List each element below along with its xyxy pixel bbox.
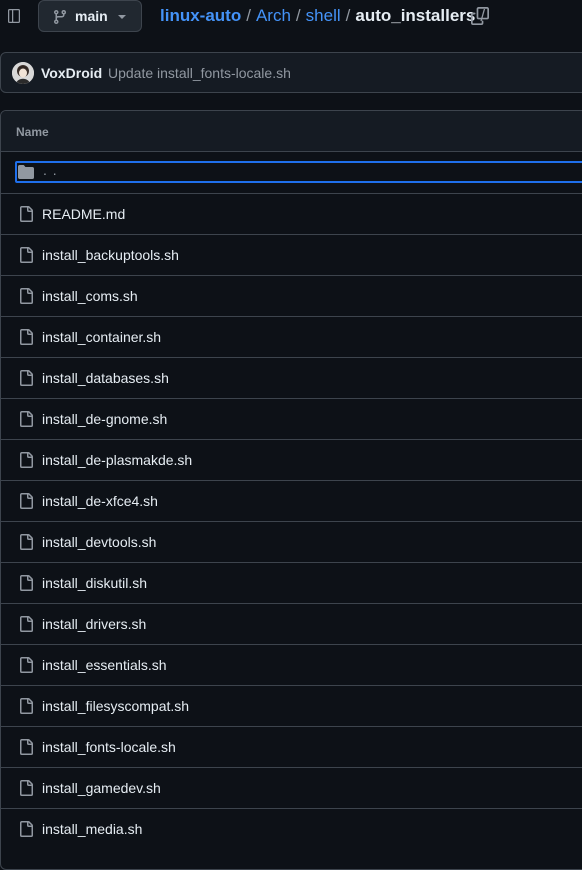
folder-icon xyxy=(18,165,34,179)
file-icon xyxy=(20,739,33,755)
file-row[interactable]: install_de-plasmakde.sh xyxy=(1,439,582,480)
file-name-link[interactable]: install_fonts-locale.sh xyxy=(42,739,176,755)
file-icon xyxy=(20,821,33,837)
parent-directory-label: . . xyxy=(43,162,58,178)
file-row[interactable]: install_container.sh xyxy=(1,316,582,357)
breadcrumb-current: auto_installers xyxy=(355,6,476,25)
file-name-link[interactable]: install_essentials.sh xyxy=(42,657,167,673)
branch-select-button[interactable]: main xyxy=(38,0,142,32)
file-name-link[interactable]: install_diskutil.sh xyxy=(42,575,147,591)
file-icon xyxy=(20,411,33,427)
file-icon xyxy=(20,698,33,714)
breadcrumb-link-shell[interactable]: shell xyxy=(306,6,341,26)
file-icon xyxy=(20,247,33,263)
file-icon xyxy=(20,575,33,591)
copy-path-icon[interactable] xyxy=(471,7,489,25)
file-row[interactable]: install_coms.sh xyxy=(1,275,582,316)
file-name-link[interactable]: install_databases.sh xyxy=(42,370,169,386)
breadcrumb-separator: / xyxy=(295,6,301,25)
file-row[interactable]: install_drivers.sh xyxy=(1,603,582,644)
file-row[interactable]: install_filesyscompat.sh xyxy=(1,685,582,726)
branch-label: main xyxy=(75,8,108,24)
file-row[interactable]: install_de-xfce4.sh xyxy=(1,480,582,521)
top-bar: main linux-auto / Arch / shell / auto_in… xyxy=(0,0,582,34)
breadcrumb-link-arch[interactable]: Arch xyxy=(256,6,291,26)
file-name-link[interactable]: install_backuptools.sh xyxy=(42,247,179,263)
file-row[interactable]: install_diskutil.sh xyxy=(1,562,582,603)
latest-commit-bar: VoxDroid Update install_fonts-locale.sh xyxy=(0,52,582,93)
file-name-link[interactable]: install_filesyscompat.sh xyxy=(42,698,189,714)
file-icon xyxy=(20,534,33,550)
file-row[interactable]: install_backuptools.sh xyxy=(1,234,582,275)
file-name-link[interactable]: install_devtools.sh xyxy=(42,534,156,550)
file-icon xyxy=(20,452,33,468)
file-row[interactable]: install_essentials.sh xyxy=(1,644,582,685)
file-icon xyxy=(20,370,33,386)
file-row[interactable]: install_fonts-locale.sh xyxy=(1,726,582,767)
file-row[interactable]: install_de-gnome.sh xyxy=(1,398,582,439)
commit-author-link[interactable]: VoxDroid xyxy=(41,65,102,81)
breadcrumb-separator: / xyxy=(246,6,251,25)
parent-directory-row[interactable]: . . xyxy=(1,152,582,193)
table-header: Name xyxy=(1,111,582,152)
file-icon xyxy=(20,329,33,345)
file-icon xyxy=(20,288,33,304)
file-row[interactable]: install_gamedev.sh xyxy=(1,767,582,808)
breadcrumb: linux-auto / Arch / shell / auto_install… xyxy=(160,6,490,26)
file-name-link[interactable]: README.md xyxy=(42,206,125,222)
git-branch-icon xyxy=(54,9,66,25)
file-icon xyxy=(20,657,33,673)
file-name-link[interactable]: install_gamedev.sh xyxy=(42,780,161,796)
file-row[interactable]: README.md xyxy=(1,193,582,234)
column-header-name: Name xyxy=(16,125,49,139)
avatar[interactable] xyxy=(12,62,34,84)
file-name-link[interactable]: install_de-gnome.sh xyxy=(42,411,167,427)
sidebar-toggle-icon[interactable] xyxy=(6,8,22,24)
caret-down-icon xyxy=(118,15,126,19)
file-icon xyxy=(20,780,33,796)
focus-ring xyxy=(15,161,582,183)
file-name-link[interactable]: install_media.sh xyxy=(42,821,142,837)
file-row[interactable]: install_devtools.sh xyxy=(1,521,582,562)
file-icon xyxy=(20,493,33,509)
breadcrumb-separator: / xyxy=(345,6,351,25)
file-name-link[interactable]: install_de-xfce4.sh xyxy=(42,493,158,509)
file-icon xyxy=(20,206,33,222)
file-row[interactable]: install_databases.sh xyxy=(1,357,582,398)
commit-message-link[interactable]: Update install_fonts-locale.sh xyxy=(108,65,291,81)
breadcrumb-repo-link[interactable]: linux-auto xyxy=(160,6,241,26)
file-icon xyxy=(20,616,33,632)
file-name-link[interactable]: install_container.sh xyxy=(42,329,161,345)
file-name-link[interactable]: install_de-plasmakde.sh xyxy=(42,452,192,468)
file-name-link[interactable]: install_drivers.sh xyxy=(42,616,146,632)
file-name-link[interactable]: install_coms.sh xyxy=(42,288,138,304)
file-table: Name . . README.md install_backuptools.sh… xyxy=(0,110,582,870)
